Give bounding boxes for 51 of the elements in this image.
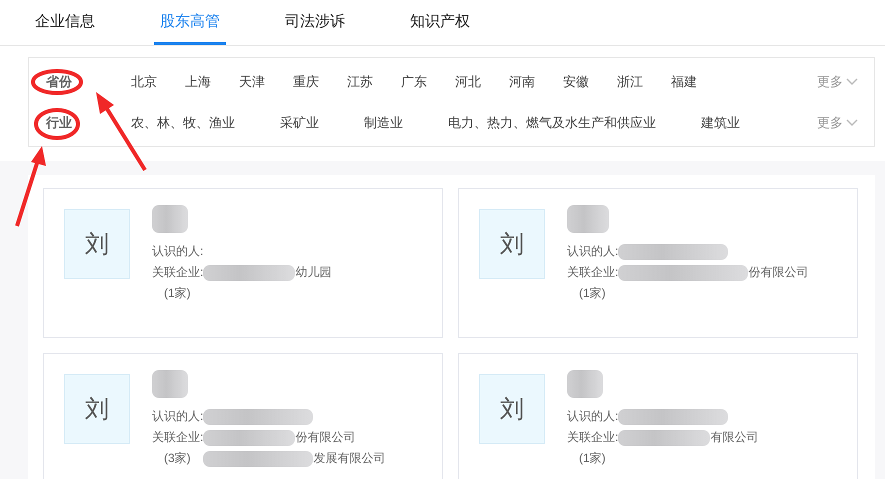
annotation-ellipse	[31, 69, 83, 95]
filter-option[interactable]: 重庆	[293, 72, 319, 90]
filter-option[interactable]: 制造业	[364, 114, 403, 132]
avatar: 刘	[64, 374, 130, 444]
filter-option[interactable]: 安徽	[563, 72, 589, 90]
filter-option[interactable]: 广东	[401, 72, 427, 90]
company-name: 有限公司	[710, 429, 758, 446]
field-label: 关联企业:	[152, 429, 204, 446]
filter-label: 省份	[46, 72, 73, 90]
field-label: 认识的人:	[152, 408, 204, 425]
filter-option[interactable]: 河北	[455, 72, 481, 90]
chevron-down-icon	[846, 78, 858, 86]
blurred-name	[567, 205, 609, 233]
chevron-down-icon	[846, 118, 858, 126]
avatar: 刘	[64, 209, 130, 279]
tab[interactable]: 知识产权	[410, 0, 470, 32]
company-name: 发展有限公司	[313, 450, 386, 467]
tab[interactable]: 司法涉诉	[285, 0, 345, 32]
company-count: (1家)	[578, 285, 607, 302]
field-label: 认识的人:	[152, 243, 204, 260]
blurred-name	[152, 205, 188, 233]
avatar: 刘	[479, 209, 545, 279]
field-label: 关联企业:	[567, 264, 618, 281]
filter-option[interactable]: 江苏	[347, 72, 373, 90]
tab[interactable]: 企业信息	[35, 0, 95, 32]
company-name: 份有限公司	[295, 429, 356, 446]
filter-option[interactable]: 农、林、牧、渔业	[131, 114, 235, 132]
filter-option[interactable]: 天津	[239, 72, 265, 90]
filter-option[interactable]: 采矿业	[280, 114, 319, 132]
avatar: 刘	[479, 374, 545, 444]
company-name: 份有限公司	[748, 264, 808, 281]
filter-label: 行业	[46, 114, 73, 132]
filter-option[interactable]: 电力、热力、燃气及水生产和供应业	[448, 114, 656, 132]
company-name: 幼儿园	[295, 264, 332, 281]
blurred-name	[152, 370, 188, 398]
company-count: (3家)	[163, 450, 192, 467]
filter-option[interactable]: 浙江	[617, 72, 643, 90]
filter-option[interactable]: 福建	[671, 72, 697, 90]
field-label: 关联企业:	[567, 429, 618, 446]
field-label: 认识的人:	[567, 243, 618, 260]
filter-option[interactable]: 建筑业	[701, 114, 740, 132]
filter-option[interactable]: 上海	[185, 72, 211, 90]
filter-option[interactable]: 河南	[509, 72, 535, 90]
field-label: 认识的人:	[567, 408, 618, 425]
tab[interactable]: 股东高管	[154, 0, 226, 45]
field-label: 关联企业:	[152, 264, 204, 281]
filter-option[interactable]: 北京	[131, 72, 157, 90]
company-count: (1家)	[578, 450, 607, 467]
blurred-name	[567, 370, 603, 398]
company-count: (1家)	[163, 285, 192, 302]
annotation-ellipse	[34, 108, 80, 140]
